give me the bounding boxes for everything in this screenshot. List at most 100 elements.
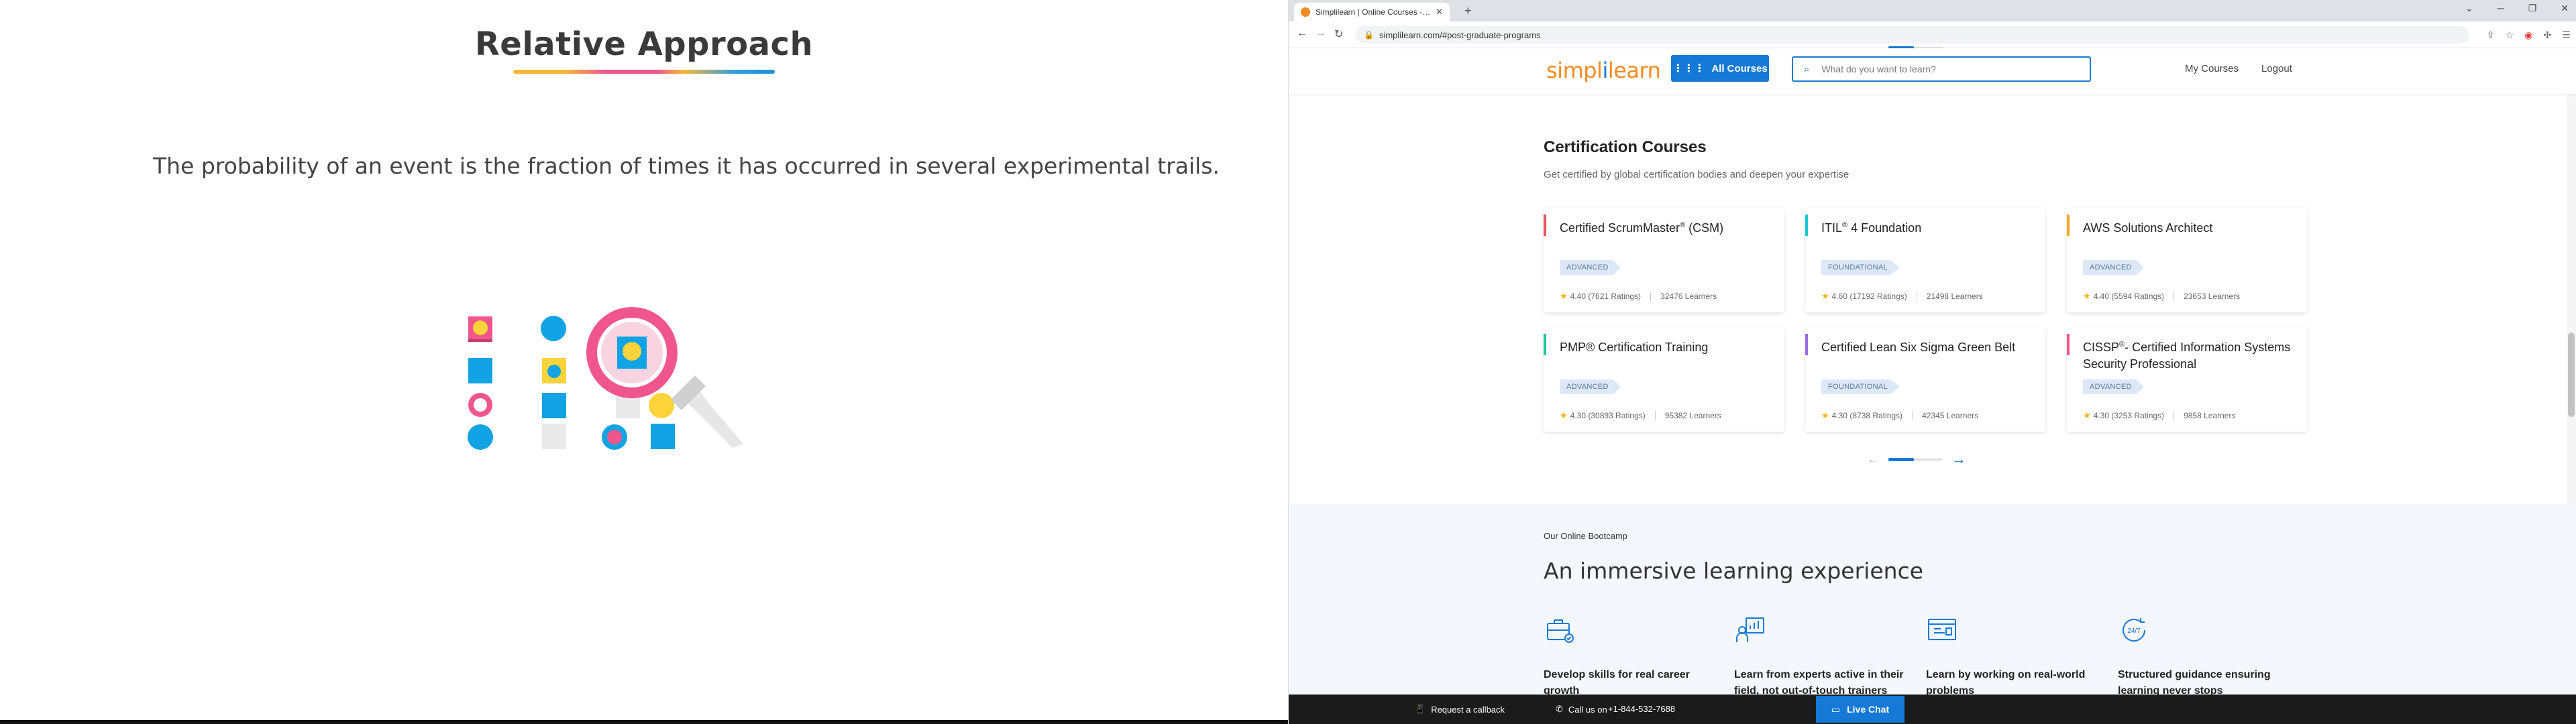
reload-icon[interactable]: ↻	[1334, 27, 1343, 41]
reading-list-icon[interactable]: ☰	[2562, 29, 2571, 41]
live-chat-button[interactable]: ▭ Live Chat	[1816, 696, 1904, 723]
browser-tab[interactable]: Simplilearn | Online Courses - B... ✕	[1294, 3, 1450, 21]
bootcamp-eyebrow: Our Online Bootcamp	[1544, 531, 1628, 541]
lock-icon: 🔒	[1364, 30, 1374, 40]
briefcase-icon	[1547, 619, 1574, 643]
level-badge: FOUNDATIONAL	[1821, 260, 1900, 275]
course-rating: 4.40 (7621 Ratings)	[1570, 292, 1642, 301]
phone-number-link[interactable]: +1-844-532-7688	[1608, 704, 1675, 714]
course-learners: 23653 Learners	[2184, 292, 2241, 301]
toolbar-icons: ⇪ ☆ ◉ ✣ ☰ ▯ A ⋮	[2487, 28, 2576, 42]
yellow-dot-shape	[473, 320, 488, 335]
course-card[interactable]: Certified Lean Six Sigma Green Belt FOUND…	[1805, 327, 2045, 432]
share-icon[interactable]: ⇪	[2487, 29, 2495, 41]
blue-square-shape	[468, 358, 492, 383]
presentation-slide: Relative Approach The probability of an …	[0, 0, 1288, 724]
window-controls: ⌄ ─ ❐ ✕	[2465, 3, 2569, 14]
support-24-7-icon: 24/7	[2123, 618, 2145, 642]
probability-illustration	[468, 307, 743, 450]
course-title[interactable]: Certified ScrumMaster® (CSM)	[1560, 217, 1772, 237]
course-learners: 42345 Learners	[1922, 411, 1979, 420]
course-card[interactable]: PMP® Certification Training ADVANCED ★ 4.30…	[1544, 327, 1784, 432]
request-callback-link[interactable]: 📱 Request a callback	[1415, 704, 1505, 715]
title-underline	[513, 70, 775, 74]
course-title[interactable]: CISSP®- Certified Information Systems Se…	[2083, 337, 2295, 373]
slide-body-text: The probability of an event is the fract…	[153, 153, 1220, 179]
course-stats: ★ 4.30 (3253 Ratings) 9858 Learners	[2083, 410, 2235, 421]
course-title[interactable]: PMP® Certification Training	[1560, 337, 1772, 356]
search-icon: ⌕	[1804, 63, 1810, 75]
presenter-icon	[1736, 617, 1764, 642]
level-badge: ADVANCED	[2083, 379, 2144, 394]
forward-icon[interactable]: →	[1316, 27, 1326, 40]
course-stats: ★ 4.30 (8738 Ratings) 42345 Learners	[1821, 410, 1978, 421]
simplilearn-logo[interactable]: simplilearn	[1546, 58, 1661, 83]
course-card[interactable]: CISSP®- Certified Information Systems Se…	[2067, 327, 2307, 432]
my-courses-link[interactable]: My Courses	[2185, 63, 2239, 74]
course-learners: 21498 Learners	[1926, 292, 1983, 301]
card-accent-bar	[1805, 334, 1808, 355]
course-card[interactable]: AWS Solutions Architect ADVANCED ★ 4.40 (55…	[2067, 208, 2307, 312]
tab-strip: Simplilearn | Online Courses - B... ✕ + …	[1289, 0, 2576, 21]
phone-callback-icon: 📱	[1415, 704, 1426, 714]
svg-text:24/7: 24/7	[2127, 627, 2141, 635]
close-window-icon[interactable]: ✕	[2561, 3, 2569, 14]
star-icon: ★	[1821, 291, 1829, 301]
phone-icon: ✆	[1556, 704, 1563, 714]
course-rating: 4.40 (5594 Ratings)	[2093, 292, 2165, 301]
carousel-prev-icon[interactable]: ←	[1867, 452, 1879, 467]
bookmark-star-icon[interactable]: ☆	[2506, 29, 2514, 41]
bootcamp-section: Our Online Bootcamp An immersive learnin…	[1289, 504, 2576, 724]
extension-red-icon[interactable]: ◉	[2524, 29, 2532, 41]
yellow-circle-shape	[649, 393, 674, 418]
bootcamp-heading: An immersive learning experience	[1544, 558, 1924, 584]
course-rating: 4.30 (8738 Ratings)	[1831, 411, 1903, 420]
course-title[interactable]: ITIL® 4 Foundation	[1821, 217, 2033, 237]
blue-circle-shape	[541, 316, 566, 341]
level-badge: ADVANCED	[2083, 260, 2144, 275]
back-icon[interactable]: ←	[1297, 27, 1307, 40]
course-stats: ★ 4.30 (30893 Ratings) 95382 Learners	[1560, 410, 1721, 421]
card-accent-bar	[1805, 215, 1808, 236]
carousel-indicator	[1888, 457, 1942, 461]
feature-item: Develop skills for real career growth	[1544, 614, 1718, 699]
card-accent-bar	[2067, 215, 2070, 236]
browser-window: Simplilearn | Online Courses - B... ✕ + …	[1288, 0, 2576, 724]
blue-square-shape	[542, 393, 566, 418]
site-favicon-icon	[1301, 7, 1310, 17]
star-icon: ★	[2083, 410, 2091, 420]
course-stats: ★ 4.40 (7621 Ratings) 32476 Learners	[1560, 291, 1717, 302]
grey-square-shape	[542, 424, 566, 449]
course-rating: 4.60 (17192 Ratings)	[1831, 292, 1907, 301]
feature-item: Learn from experts active in their field…	[1734, 614, 1909, 699]
course-title[interactable]: AWS Solutions Architect	[2083, 217, 2295, 237]
tab-search-icon[interactable]: ⌄	[2465, 3, 2473, 14]
carousel-next-icon[interactable]: →	[1951, 450, 1966, 468]
all-courses-button[interactable]: ⋮⋮⋮ All Courses	[1671, 55, 1769, 82]
course-learners: 95382 Learners	[1664, 411, 1721, 420]
feature-item: Learn by working on real-world problems	[1926, 614, 2100, 699]
puzzle-extensions-icon[interactable]: ✣	[2544, 29, 2552, 41]
logout-link[interactable]: Logout	[2261, 63, 2292, 74]
course-rating: 4.30 (3253 Ratings)	[2093, 411, 2165, 420]
course-title[interactable]: Certified Lean Six Sigma Green Belt	[1821, 337, 2033, 356]
certification-subheading: Get certified by global certification bo…	[1544, 169, 1849, 180]
site-header: simplilearn ⋮⋮⋮ All Courses ⌕ What do yo…	[1289, 48, 2576, 94]
course-learners: 9858 Learners	[2184, 411, 2236, 420]
star-icon: ★	[1560, 410, 1568, 420]
new-tab-icon[interactable]: +	[1464, 4, 1472, 18]
course-rating: 4.30 (30893 Ratings)	[1570, 411, 1646, 420]
card-accent-bar	[1544, 215, 1546, 236]
course-learners: 32476 Learners	[1660, 292, 1717, 301]
course-card[interactable]: ITIL® 4 Foundation FOUNDATIONAL ★ 4.60 (171…	[1805, 208, 2045, 312]
course-card[interactable]: Certified ScrumMaster® (CSM) ADVANCED ★ 4.4…	[1544, 208, 1784, 312]
certification-heading: Certification Courses	[1544, 138, 1707, 156]
chat-bubble-icon: ▭	[1831, 703, 1841, 715]
minimize-icon[interactable]: ─	[2498, 3, 2504, 14]
url-text: simplilearn.com/#post-graduate-programs	[1379, 29, 1541, 40]
restore-icon[interactable]: ❐	[2528, 3, 2537, 14]
course-stats: ★ 4.60 (17192 Ratings) 21498 Learners	[1821, 291, 1983, 302]
close-tab-icon[interactable]: ✕	[1436, 7, 1443, 17]
scrollbar-thumb[interactable]	[2568, 333, 2575, 417]
course-search-input[interactable]: ⌕ What do you want to learn?	[1792, 56, 2091, 82]
